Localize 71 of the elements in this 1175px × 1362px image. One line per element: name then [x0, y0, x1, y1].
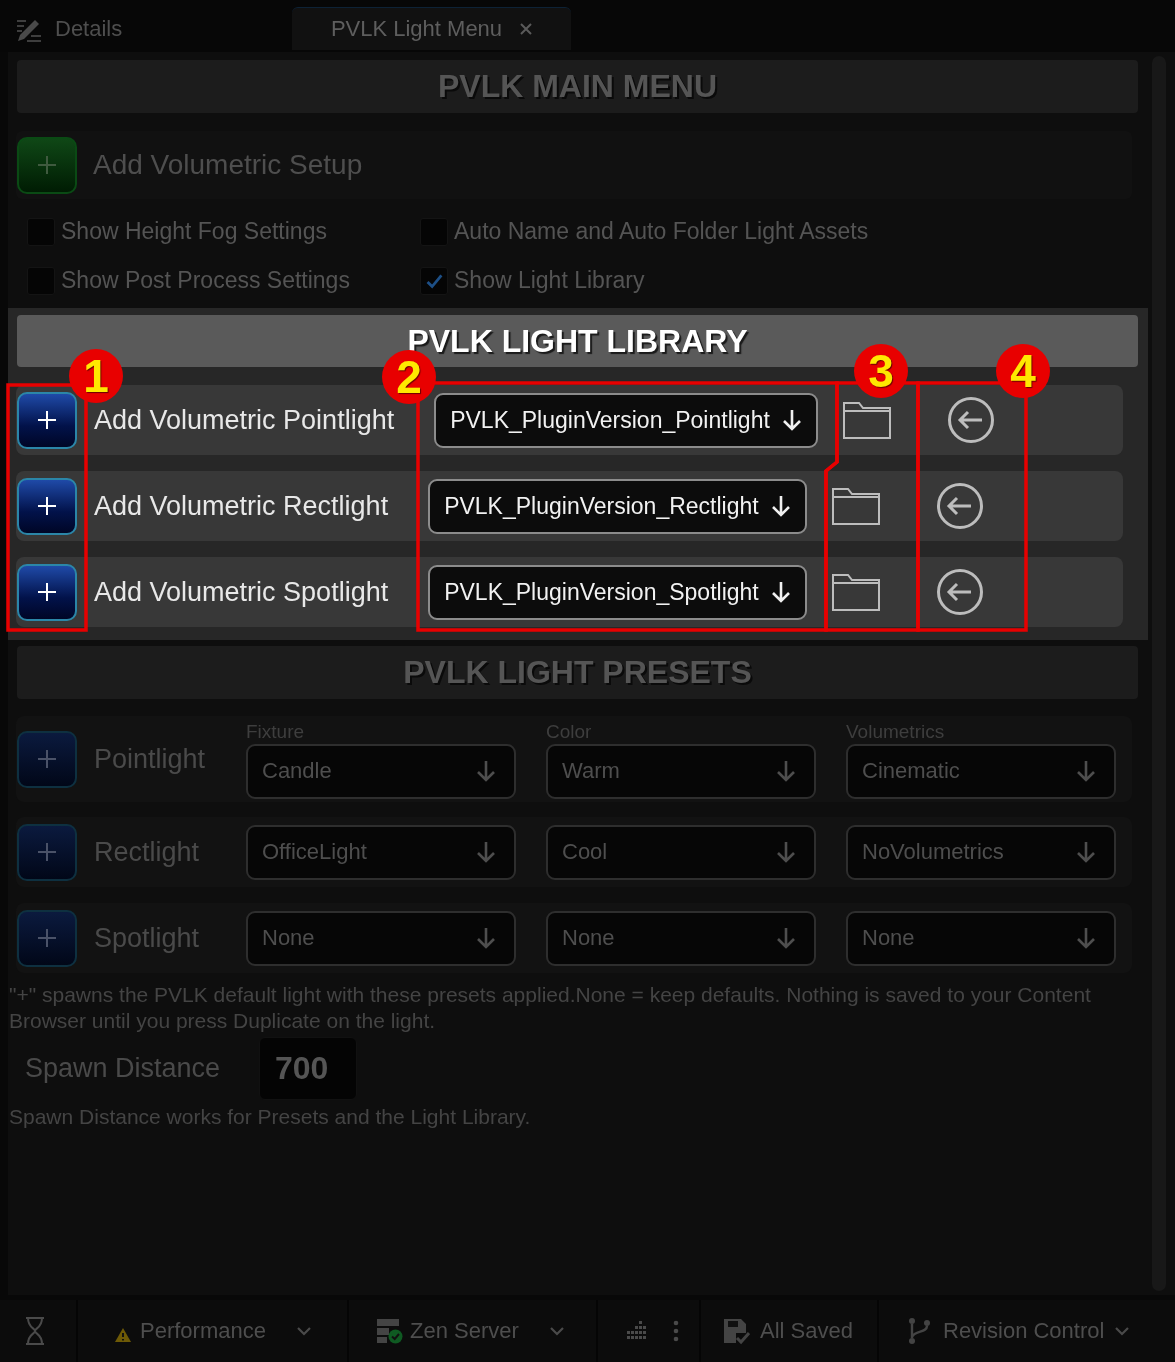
status-button[interactable]: Revision Control — [879, 1300, 1175, 1362]
down-arrow-icon — [770, 580, 791, 604]
option-label: Auto Name and Auto Folder Light Assets — [454, 218, 869, 245]
preset-dropdown[interactable]: Candle — [246, 743, 516, 799]
row-label: Pointlight — [94, 743, 207, 775]
panel-tab[interactable]: PVLK Light Menu — [292, 7, 571, 50]
plus-icon — [37, 928, 57, 948]
row-label: Add Volumetric Rectlight — [94, 490, 389, 522]
down-arrow-icon — [476, 926, 496, 950]
section-header: PVLK MAIN MENU — [17, 60, 1138, 113]
option-label: Show Height Fog Settings — [61, 218, 327, 245]
plus-icon — [37, 155, 57, 175]
down-arrow-icon — [781, 408, 802, 432]
more-icon[interactable] — [673, 1320, 679, 1342]
field-label: Spawn Distance — [25, 1053, 222, 1084]
down-arrow-icon — [1076, 840, 1096, 864]
row-label: Rectlight — [94, 836, 201, 868]
status-button[interactable]: Zen Server — [349, 1300, 596, 1362]
down-arrow-icon — [476, 759, 496, 783]
status-button[interactable]: Performance — [78, 1300, 347, 1362]
hourglass-icon[interactable] — [24, 1316, 46, 1346]
preset-dropdown[interactable]: Cinematic — [846, 743, 1116, 799]
warning-icon — [114, 1327, 132, 1343]
folder-icon[interactable] — [841, 400, 892, 440]
preset-dropdown[interactable]: None — [246, 910, 516, 966]
down-arrow-icon — [776, 926, 796, 950]
plus-icon — [37, 842, 57, 862]
preset-dropdown[interactable]: NoVolumetrics — [846, 824, 1116, 880]
down-arrow-icon — [776, 840, 796, 864]
branch-icon — [907, 1317, 933, 1345]
tab-label: PVLK Light Menu — [330, 16, 503, 42]
left-arrow-circle-icon[interactable] — [935, 568, 984, 616]
down-arrow-icon — [770, 494, 791, 518]
folder-icon[interactable] — [830, 486, 881, 526]
setup-label: Add Volumetric Setup — [93, 149, 363, 181]
close-icon[interactable] — [520, 23, 533, 35]
preset-dropdown[interactable]: Cool — [546, 824, 816, 880]
asset-dropdown[interactable]: PVLK_PluginVersion_Spotlight — [428, 564, 807, 620]
plus-icon — [37, 410, 57, 430]
number-field[interactable]: 700 — [259, 1037, 357, 1100]
asset-dropdown[interactable]: PVLK_PluginVersion_Pointlight — [434, 392, 818, 448]
section-header: PVLK LIGHT PRESETS — [17, 646, 1138, 699]
left-arrow-circle-icon[interactable] — [935, 482, 984, 530]
save-icon — [722, 1317, 750, 1345]
add-button[interactable] — [17, 477, 77, 535]
asset-dropdown[interactable]: PVLK_PluginVersion_Rectlight — [428, 478, 807, 534]
down-arrow-icon — [1076, 759, 1096, 783]
row-label: Add Volumetric Pointlight — [94, 404, 395, 436]
down-arrow-icon — [776, 759, 796, 783]
preset-dropdown[interactable]: None — [846, 910, 1116, 966]
folder-icon[interactable] — [830, 572, 881, 612]
preset-dropdown[interactable]: OfficeLight — [246, 824, 516, 880]
add-button[interactable] — [17, 391, 77, 449]
server-icon — [376, 1318, 404, 1344]
row-label: Spotlight — [94, 922, 201, 954]
down-arrow-icon — [476, 840, 496, 864]
status-button[interactable]: All Saved — [701, 1300, 877, 1362]
option-label: Show Light Library — [454, 267, 645, 294]
down-arrow-icon — [1076, 926, 1096, 950]
left-arrow-circle-icon[interactable] — [946, 396, 995, 444]
checkbox[interactable] — [420, 266, 448, 295]
add-button[interactable] — [17, 563, 77, 621]
tab-label: Details — [55, 15, 123, 42]
plus-icon — [37, 749, 57, 769]
preset-dropdown[interactable]: Warm — [546, 743, 816, 799]
row-label: Add Volumetric Spotlight — [94, 576, 389, 608]
plus-icon — [37, 496, 57, 516]
panel-tab[interactable]: Details — [0, 7, 292, 50]
option-label: Show Post Process Settings — [61, 267, 350, 294]
plus-icon — [37, 582, 57, 602]
preset-dropdown[interactable]: None — [546, 910, 816, 966]
